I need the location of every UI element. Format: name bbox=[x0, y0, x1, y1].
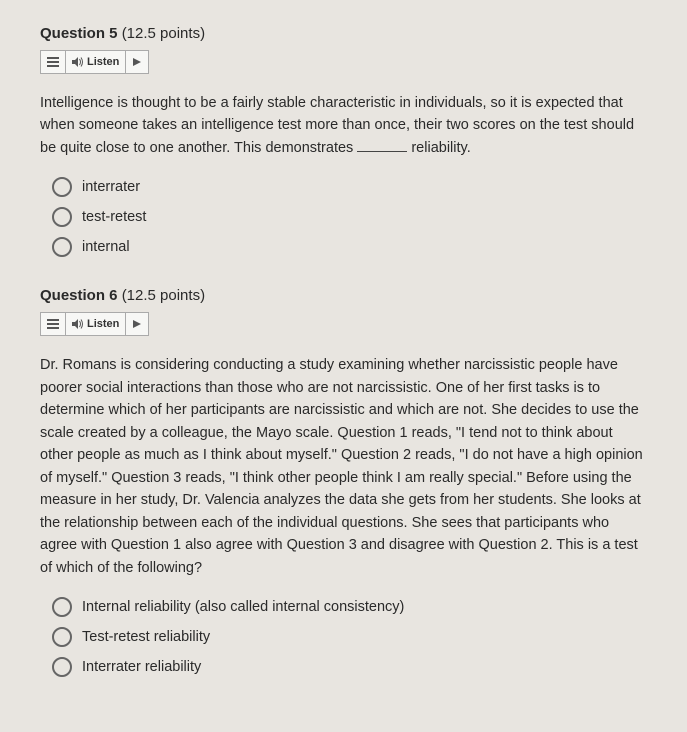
question-points: (12.5 points) bbox=[122, 287, 205, 304]
play-icon[interactable] bbox=[126, 313, 148, 335]
listen-button[interactable]: Listen bbox=[66, 51, 126, 73]
question-6-text: Dr. Romans is considering conducting a s… bbox=[40, 354, 647, 579]
option-row[interactable]: interrater bbox=[52, 177, 647, 197]
option-label: test-retest bbox=[82, 209, 146, 225]
option-row[interactable]: Interrater reliability bbox=[52, 657, 647, 677]
radio-icon[interactable] bbox=[52, 597, 72, 617]
listen-toolbar: Listen bbox=[40, 312, 149, 336]
question-points: (12.5 points) bbox=[122, 25, 205, 42]
option-label: internal bbox=[82, 239, 130, 255]
option-label: Interrater reliability bbox=[82, 659, 201, 675]
question-5-options: interrater test-retest internal bbox=[40, 177, 647, 257]
option-label: Test-retest reliability bbox=[82, 629, 210, 645]
listen-toolbar: Listen bbox=[40, 50, 149, 74]
option-label: Internal reliability (also called intern… bbox=[82, 599, 404, 615]
menu-icon[interactable] bbox=[41, 51, 66, 73]
question-text-before: Intelligence is thought to be a fairly s… bbox=[40, 95, 634, 156]
radio-icon[interactable] bbox=[52, 177, 72, 197]
option-row[interactable]: internal bbox=[52, 237, 647, 257]
radio-icon[interactable] bbox=[52, 657, 72, 677]
question-6-block: Question 6 (12.5 points) Listen Dr. Roma… bbox=[40, 287, 647, 677]
question-number: Question 6 bbox=[40, 287, 118, 304]
question-text-before: Dr. Romans is considering conducting a s… bbox=[40, 357, 643, 575]
play-icon[interactable] bbox=[126, 51, 148, 73]
option-row[interactable]: Test-retest reliability bbox=[52, 627, 647, 647]
radio-icon[interactable] bbox=[52, 207, 72, 227]
listen-label: Listen bbox=[87, 56, 119, 68]
listen-button[interactable]: Listen bbox=[66, 313, 126, 335]
listen-label: Listen bbox=[87, 318, 119, 330]
radio-icon[interactable] bbox=[52, 627, 72, 647]
option-row[interactable]: Internal reliability (also called intern… bbox=[52, 597, 647, 617]
radio-icon[interactable] bbox=[52, 237, 72, 257]
question-text-after: reliability. bbox=[407, 140, 470, 156]
question-6-options: Internal reliability (also called intern… bbox=[40, 597, 647, 677]
question-6-header: Question 6 (12.5 points) bbox=[40, 287, 647, 304]
blank-line bbox=[357, 151, 407, 152]
question-5-block: Question 5 (12.5 points) Listen Intellig… bbox=[40, 25, 647, 257]
option-row[interactable]: test-retest bbox=[52, 207, 647, 227]
menu-icon[interactable] bbox=[41, 313, 66, 335]
question-5-text: Intelligence is thought to be a fairly s… bbox=[40, 92, 647, 159]
question-5-header: Question 5 (12.5 points) bbox=[40, 25, 647, 42]
question-number: Question 5 bbox=[40, 25, 118, 42]
option-label: interrater bbox=[82, 179, 140, 195]
